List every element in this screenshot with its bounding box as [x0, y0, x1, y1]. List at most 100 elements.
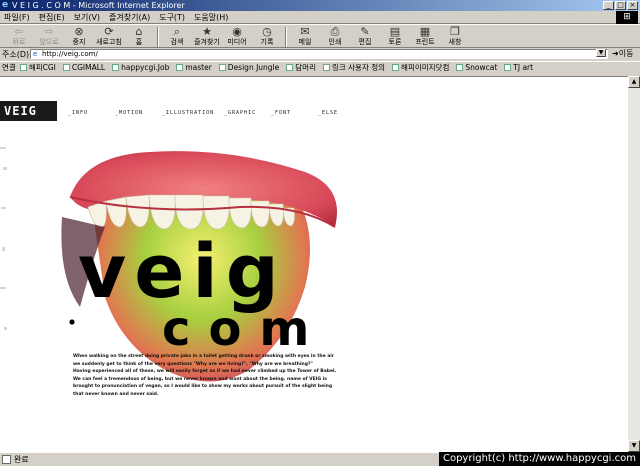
menu-bar: 파일(F) 편집(E) 보기(V) 즐겨찾기(A) 도구(T) 도움말(H) ⊞ — [0, 11, 640, 24]
home-button[interactable]: ⌂ 홈 — [124, 25, 154, 47]
vertical-scrollbar[interactable]: ▲ ▼ — [628, 76, 640, 452]
window-title: V E I G . C O M - Microsoft Internet Exp… — [12, 1, 185, 10]
link-item[interactable]: 해피이미지닷컴 — [392, 62, 449, 73]
bullet-dot — [69, 319, 75, 325]
link-item[interactable]: 해피CGI — [19, 62, 56, 73]
menu-view[interactable]: 보기(V) — [74, 12, 100, 23]
media-icon: ◉ — [232, 25, 242, 38]
link-item[interactable]: happycgi.Job — [112, 63, 169, 72]
page-icon — [19, 64, 27, 71]
search-button[interactable]: ⌕ 검색 — [162, 25, 192, 47]
page-icon — [218, 64, 226, 71]
address-input[interactable]: e http://veig.com/ — [30, 49, 608, 59]
scroll-up-button[interactable]: ▲ — [628, 76, 640, 88]
menu-favorites[interactable]: 즐겨찾기(A) — [109, 12, 150, 23]
mail-button[interactable]: ✉ 메일 — [290, 25, 320, 47]
page-icon — [62, 64, 70, 71]
story-line: We can feel a tremendous of being, but w… — [73, 376, 327, 382]
window-icon: ❐ — [450, 25, 460, 38]
printer-icon: ⎙ — [330, 25, 340, 38]
media-button[interactable]: ◉ 미디어 — [222, 25, 252, 47]
nav-font[interactable]: _FONT — [271, 110, 318, 116]
toolbar-separator — [285, 27, 287, 47]
page-icon — [112, 64, 120, 71]
page-icon — [286, 64, 294, 71]
copyright-banner: Copyright(c) http://www.happycgi.com — [438, 452, 640, 466]
edit-button[interactable]: ✎ 편집 — [350, 25, 380, 47]
maximize-button[interactable]: □ — [615, 1, 626, 10]
toolbar-separator — [157, 27, 159, 47]
nav-illustration[interactable]: _ILLUSTRATION — [162, 110, 224, 116]
big-word-bottom: com — [162, 301, 327, 357]
print-page-button[interactable]: ▦ 프린트 — [410, 25, 440, 47]
ie-icon: e — [2, 0, 9, 10]
address-dropdown-button[interactable]: ▼ — [596, 49, 606, 57]
search-icon: ⌕ — [173, 25, 181, 38]
stop-icon: ⊗ — [74, 25, 84, 38]
windows-logo-icon: ⊞ — [616, 11, 638, 24]
links-bar: 연결 해피CGI CGIMALL happycgi.Job master Des… — [0, 61, 640, 73]
go-button[interactable]: ➜이동 — [612, 48, 633, 60]
link-item[interactable]: CGIMALL — [62, 63, 105, 72]
page-icon — [456, 64, 464, 71]
status-text: 완료 — [14, 455, 29, 464]
nav-motion[interactable]: _MOTION — [115, 110, 162, 116]
address-url: http://veig.com/ — [42, 50, 98, 58]
discuss-button[interactable]: ▤ 토론 — [380, 25, 410, 47]
page-icon — [176, 64, 184, 71]
document-icon: ▦ — [419, 25, 431, 38]
link-item[interactable]: Design Jungle — [218, 63, 279, 72]
story-line: brought to pronunciation of vegan, so I … — [73, 384, 333, 390]
page-viewport: veig com VEIG _INFO _MOTION _ILLUSTRATIO… — [0, 76, 628, 452]
title-bar: e V E I G . C O M - Microsoft Internet E… — [0, 0, 640, 11]
new-window-button[interactable]: ❐ 새창 — [440, 25, 470, 47]
forward-button[interactable]: ⇨ 앞으로 — [34, 25, 64, 47]
link-item[interactable]: 담머리 — [286, 62, 316, 73]
story-line: When walking on the street doing private… — [73, 354, 335, 359]
window-controls: _ □ × — [603, 1, 638, 10]
menu-help[interactable]: 도움말(H) — [194, 12, 228, 23]
story-text: When walking on the street doing private… — [73, 353, 349, 399]
link-item[interactable]: Snowcat — [456, 63, 497, 72]
minimize-button[interactable]: _ — [603, 1, 614, 10]
forward-arrow-icon: ⇨ — [44, 25, 54, 38]
link-item[interactable]: 링크 사용자 정의 — [322, 62, 385, 73]
links-label: 연결 — [2, 63, 16, 72]
site-nav: _INFO _MOTION _ILLUSTRATION _GRAPHIC _FO… — [68, 110, 365, 116]
story-line: that never known and never said. — [73, 391, 159, 397]
close-button[interactable]: × — [627, 1, 638, 10]
go-arrow-icon: ➜ — [612, 49, 619, 58]
favorites-button[interactable]: ★ 즐겨찾기 — [192, 25, 222, 47]
discuss-icon: ▤ — [389, 25, 401, 38]
nav-graphic[interactable]: _GRAPHIC — [224, 110, 271, 116]
browser-window: e V E I G . C O M - Microsoft Internet E… — [0, 0, 640, 466]
menu-edit[interactable]: 편집(E) — [39, 12, 65, 23]
page-icon — [322, 64, 330, 71]
home-icon: ⌂ — [135, 25, 143, 38]
address-label: 주소(D) — [2, 49, 30, 59]
back-arrow-icon: ⇦ — [14, 25, 24, 38]
page-icon: e — [33, 50, 38, 58]
story-line: Having experienced all of these, we will… — [73, 369, 337, 375]
back-button[interactable]: ⇦ 뒤로 — [4, 25, 34, 47]
page-icon — [504, 64, 512, 71]
history-button[interactable]: ◷ 기록 — [252, 25, 282, 47]
history-icon: ◷ — [262, 25, 272, 38]
menu-file[interactable]: 파일(F) — [4, 12, 30, 23]
site-logo[interactable]: VEIG — [0, 101, 57, 121]
menu-tools[interactable]: 도구(T) — [159, 12, 185, 23]
page-done-icon — [2, 455, 11, 464]
edit-icon: ✎ — [360, 25, 370, 38]
nav-info[interactable]: _INFO — [68, 110, 115, 116]
link-item[interactable]: TJ art — [504, 63, 533, 72]
stop-button[interactable]: ⊗ 중지 — [64, 25, 94, 47]
refresh-icon: ⟳ — [104, 25, 114, 38]
link-item[interactable]: master — [176, 63, 212, 72]
refresh-button[interactable]: ⟳ 새로고침 — [94, 25, 124, 47]
print-button[interactable]: ⎙ 인쇄 — [320, 25, 350, 47]
star-icon: ★ — [202, 25, 212, 38]
scroll-down-button[interactable]: ▼ — [628, 440, 640, 452]
story-line: we suddenly get to think of the very que… — [73, 361, 313, 367]
nav-else[interactable]: _ELSE — [318, 110, 365, 116]
address-bar: 주소(D) e http://veig.com/ ▼ ➜이동 — [0, 48, 640, 60]
